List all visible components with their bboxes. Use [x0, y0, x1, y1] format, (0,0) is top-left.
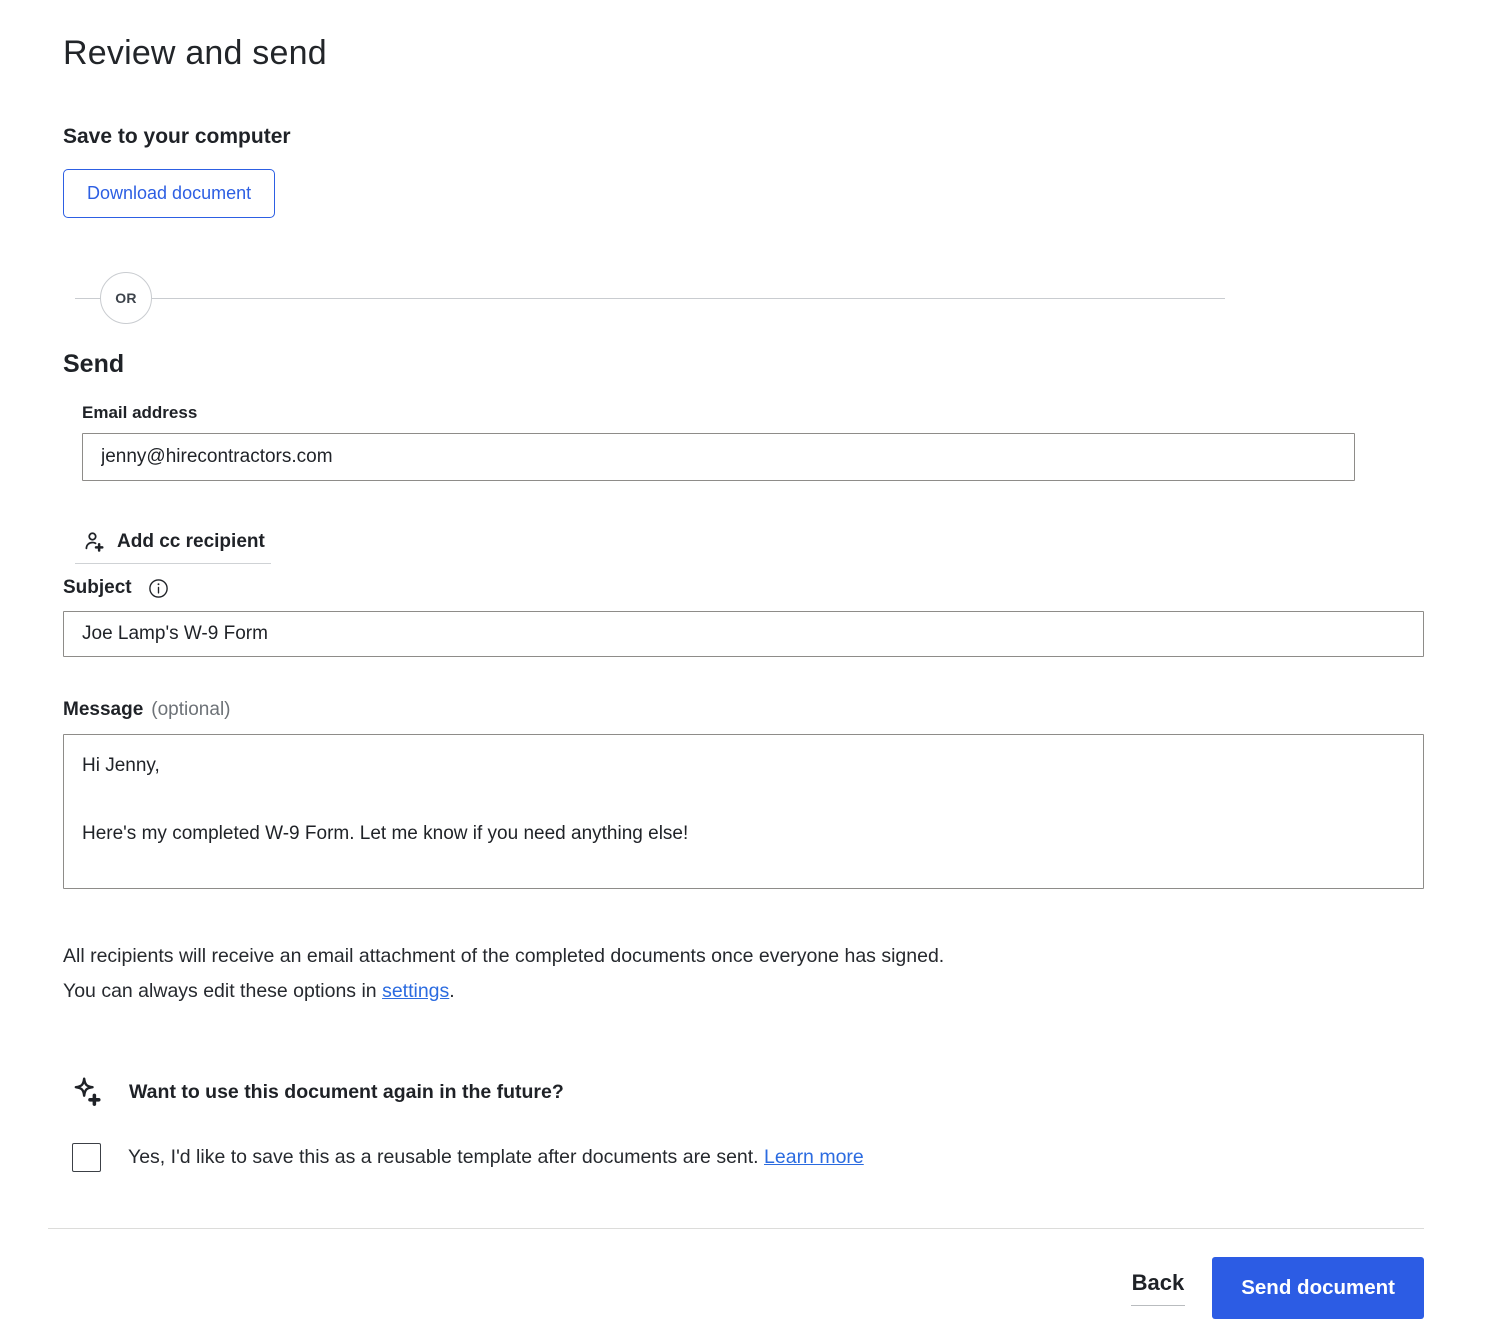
- template-heading-row: Want to use this document again in the f…: [70, 1075, 1424, 1109]
- message-label-row: Message (optional): [63, 699, 1424, 721]
- save-section: Save to your computer Download document: [63, 125, 1424, 218]
- person-plus-icon: [81, 529, 106, 554]
- message-textarea[interactable]: Hi Jenny, Here's my completed W-9 Form. …: [63, 734, 1424, 889]
- divider-line: [152, 298, 1225, 299]
- info-icon[interactable]: [148, 578, 169, 599]
- add-cc-recipient-button[interactable]: Add cc recipient: [75, 529, 271, 564]
- settings-link[interactable]: settings: [382, 980, 449, 1002]
- notice-text: All recipients will receive an email att…: [63, 945, 944, 1002]
- footer-divider: [48, 1228, 1424, 1229]
- email-address-label: Email address: [82, 403, 197, 423]
- save-as-template-label: Yes, I'd like to save this as a reusable…: [128, 1146, 864, 1169]
- add-cc-recipient-label: Add cc recipient: [117, 531, 265, 553]
- footer-actions: Back Send document: [63, 1257, 1424, 1319]
- or-divider: OR: [75, 272, 1225, 324]
- send-section: Send Email address Add cc recipient Subj…: [63, 350, 1424, 1009]
- subject-label: Subject: [63, 577, 132, 599]
- recipients-notice: All recipients will receive an email att…: [63, 939, 963, 1009]
- reusable-template-section: Want to use this document again in the f…: [63, 1075, 1424, 1172]
- download-document-button[interactable]: Download document: [63, 169, 275, 218]
- send-document-button[interactable]: Send document: [1212, 1257, 1424, 1319]
- save-as-template-checkbox[interactable]: [72, 1143, 101, 1172]
- sparkle-plus-icon: [70, 1075, 104, 1109]
- review-and-send-page: Review and send Save to your computer Do…: [0, 0, 1492, 1300]
- email-address-input[interactable]: [82, 433, 1355, 481]
- send-section-heading: Send: [63, 350, 1424, 379]
- subject-input[interactable]: [63, 611, 1424, 657]
- email-field-group: Email address Add cc recipient: [82, 403, 1424, 564]
- save-section-heading: Save to your computer: [63, 125, 1424, 149]
- back-button[interactable]: Back: [1131, 1270, 1186, 1306]
- or-badge: OR: [100, 272, 152, 324]
- learn-more-link[interactable]: Learn more: [764, 1146, 864, 1168]
- notice-text-after: .: [449, 980, 454, 1002]
- checkbox-label-text: Yes, I'd like to save this as a reusable…: [128, 1146, 764, 1168]
- message-label: Message: [63, 699, 143, 721]
- page-title: Review and send: [63, 34, 1424, 73]
- template-checkbox-row: Yes, I'd like to save this as a reusable…: [72, 1143, 1424, 1172]
- message-optional-hint: (optional): [151, 699, 230, 721]
- divider-line: [75, 298, 100, 299]
- subject-label-row: Subject: [63, 577, 1424, 599]
- template-question-heading: Want to use this document again in the f…: [129, 1081, 564, 1104]
